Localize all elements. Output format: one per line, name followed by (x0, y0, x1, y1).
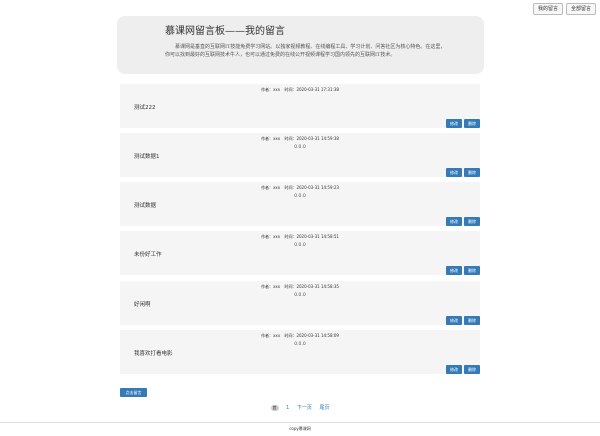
message-content: 测试222 (134, 105, 156, 111)
message-meta: 作者：xxx 时间：2020-03-31 14:59:38 (120, 136, 480, 142)
pagination-next[interactable]: 下一页 (297, 405, 312, 411)
delete-button[interactable]: 删除 (464, 168, 480, 177)
author-label: 作者： (261, 234, 274, 239)
edit-button[interactable]: 修改 (446, 365, 462, 374)
message-time: 2020-03-31 14:59:38 (296, 136, 339, 141)
footer-text: copy慕课网 (289, 426, 311, 431)
time-label: 时间： (284, 284, 297, 289)
time-label: 时间： (284, 136, 297, 141)
add-message-button[interactable]: 点击留言 (120, 388, 147, 397)
message-content: 未份好工作 (134, 252, 162, 258)
message-time: 2020-03-31 17:31:38 (296, 87, 339, 92)
pagination-first[interactable]: 首 (270, 405, 279, 411)
author-label: 作者： (261, 284, 274, 289)
jumbotron: 慕课网留言板——我的留言 慕课网是垂直的互联网IT技能免费学习网站。以独家视频教… (117, 16, 484, 74)
pagination-current-page[interactable]: 1 (286, 405, 289, 411)
pagination-last[interactable]: 尾页 (319, 405, 329, 411)
message-panel: 作者：xxx 时间：2020-03-31 14:59:23 0.0.0 测试数据… (120, 182, 480, 226)
author-name: xxx (273, 87, 281, 92)
message-subtitle: 0.0.0 (294, 145, 306, 150)
page-title: 慕课网留言板——我的留言 (165, 26, 285, 37)
delete-button[interactable]: 删除 (464, 266, 480, 275)
message-content: 好闲啊 (134, 302, 151, 308)
message-meta: 作者：xxx 时间：2020-03-31 14:58:09 (120, 333, 480, 339)
message-meta: 作者：xxx 时间：2020-03-31 14:59:23 (120, 185, 480, 191)
all-messages-button[interactable]: 全部留言 (565, 3, 596, 15)
message-time: 2020-03-31 14:58:51 (296, 234, 339, 239)
message-subtitle: 0.0.0 (294, 342, 306, 347)
intro-text: 慕课网是垂直的互联网IT技能免费学习网站。以独家视频教程、在线编程工具、学习计划… (165, 44, 446, 58)
message-content: 我喜欢打看电影 (134, 351, 173, 357)
edit-button[interactable]: 修改 (446, 316, 462, 325)
author-label: 作者： (261, 333, 274, 338)
author-name: xxx (273, 284, 281, 289)
footer-divider (0, 422, 600, 423)
message-subtitle: 0.0.0 (294, 243, 306, 248)
edit-button[interactable]: 修改 (446, 217, 462, 226)
message-time: 2020-03-31 14:58:09 (296, 333, 339, 338)
top-toolbar: 我的留言 全部留言 (532, 3, 596, 15)
message-panel: 作者：xxx 时间：2020-03-31 14:59:38 0.0.0 测试数据… (120, 133, 480, 177)
edit-button[interactable]: 修改 (446, 266, 462, 275)
author-label: 作者： (261, 185, 274, 190)
time-label: 时间： (284, 185, 297, 190)
message-panel: 作者：xxx 时间：2020-03-31 14:58:09 0.0.0 我喜欢打… (120, 330, 480, 374)
message-meta: 作者：xxx 时间：2020-03-31 14:58:35 (120, 284, 480, 290)
delete-button[interactable]: 删除 (464, 119, 480, 128)
author-label: 作者： (261, 136, 274, 141)
message-time: 2020-03-31 14:58:35 (296, 284, 339, 289)
message-content: 测试数据 (134, 203, 157, 209)
message-panel: 作者：xxx 时间：2020-03-31 17:31:38 测试222 修改 删… (120, 84, 480, 128)
message-meta: 作者：xxx 时间：2020-03-31 14:58:51 (120, 234, 480, 240)
message-panel: 作者：xxx 时间：2020-03-31 14:58:51 0.0.0 未份好工… (120, 231, 480, 275)
delete-button[interactable]: 删除 (464, 316, 480, 325)
author-name: xxx (273, 333, 281, 338)
time-label: 时间： (284, 333, 297, 338)
time-label: 时间： (284, 87, 297, 92)
delete-button[interactable]: 删除 (464, 365, 480, 374)
message-panel: 作者：xxx 时间：2020-03-31 14:58:35 0.0.0 好闲啊 … (120, 281, 480, 325)
time-label: 时间： (284, 234, 297, 239)
message-subtitle: 0.0.0 (294, 194, 306, 199)
pagination: 首 1 下一页 尾页 (0, 404, 600, 411)
message-subtitle: 0.0.0 (294, 293, 306, 298)
message-content: 测试数据1 (134, 154, 160, 160)
message-meta: 作者：xxx 时间：2020-03-31 17:31:38 (120, 87, 480, 93)
edit-button[interactable]: 修改 (446, 119, 462, 128)
edit-button[interactable]: 修改 (446, 168, 462, 177)
my-messages-button[interactable]: 我的留言 (532, 3, 563, 15)
message-time: 2020-03-31 14:59:23 (296, 185, 339, 190)
author-name: xxx (273, 185, 281, 190)
author-label: 作者： (261, 87, 274, 92)
author-name: xxx (273, 136, 281, 141)
delete-button[interactable]: 删除 (464, 217, 480, 226)
author-name: xxx (273, 234, 281, 239)
